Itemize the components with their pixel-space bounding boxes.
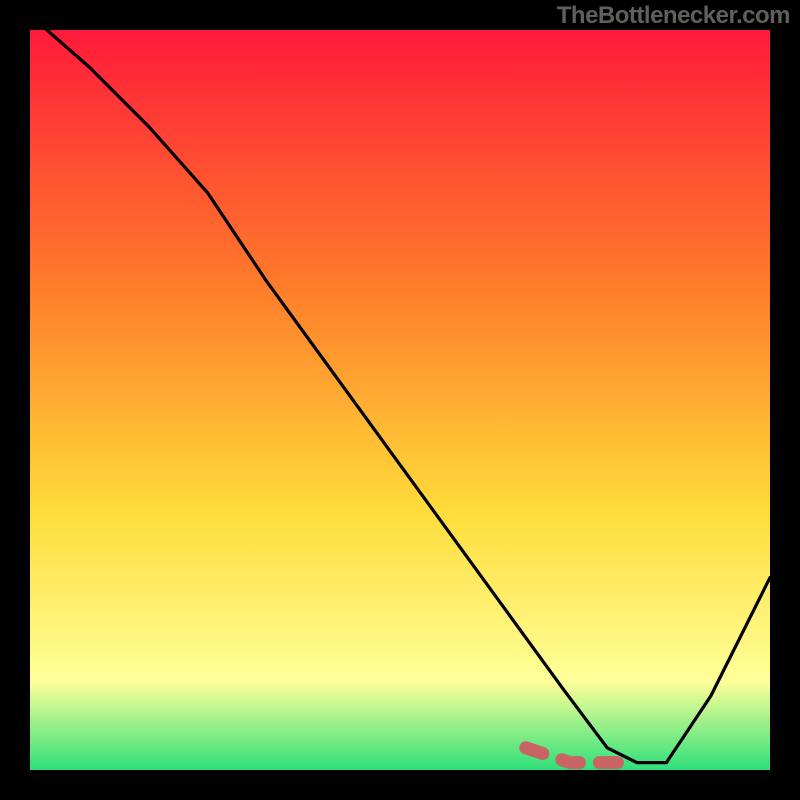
- chart-plot-area: [30, 30, 770, 770]
- gradient-background: [30, 30, 770, 770]
- chart-svg: [30, 30, 770, 770]
- chart-frame: TheBottlenecker.com: [0, 0, 800, 800]
- attribution-text: TheBottlenecker.com: [557, 2, 790, 30]
